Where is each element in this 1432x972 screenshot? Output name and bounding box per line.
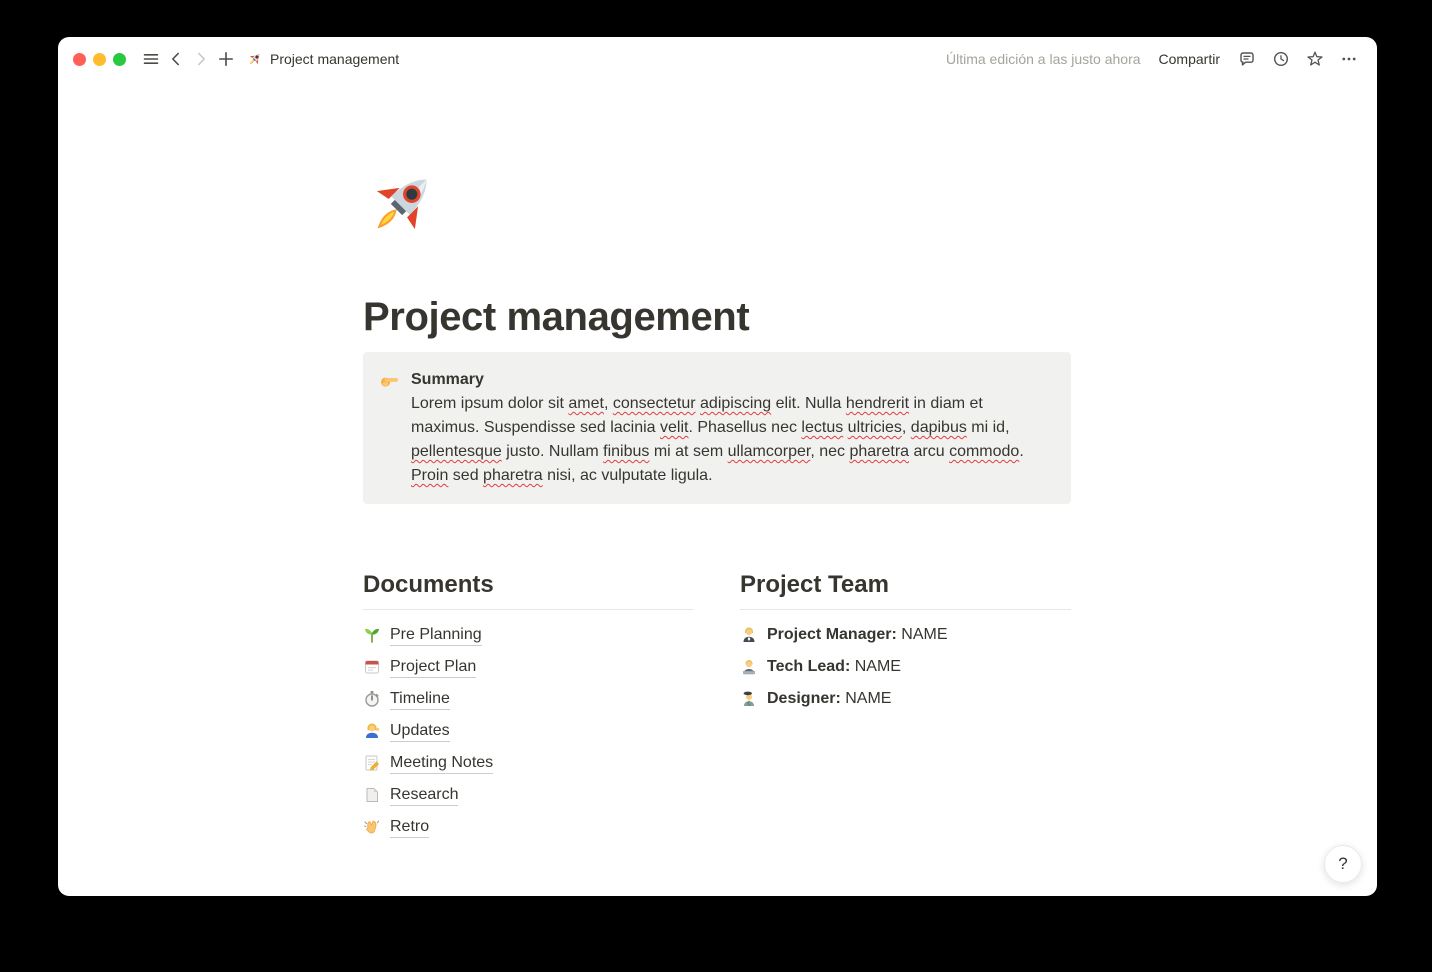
document-link-label: Timeline (390, 688, 450, 710)
misspelled-word: consectetur (613, 395, 696, 412)
misspelled-word: amet (568, 395, 604, 412)
callout-text-segment: justo. Nullam (502, 443, 603, 460)
misspelled-word: velit (660, 419, 688, 436)
callout-heading: Summary (411, 368, 1055, 392)
close-button[interactable] (73, 53, 86, 66)
project-team-divider (740, 609, 1071, 610)
document-link-label: Retro (390, 816, 429, 838)
callout-body: Lorem ipsum dolor sit amet, consectetur … (411, 392, 1055, 488)
back-icon[interactable] (163, 47, 188, 72)
misspelled-word: ullamcorper (728, 443, 811, 460)
team-member-text: Designer: NAME (767, 690, 891, 708)
misspelled-word: dapibus (911, 419, 967, 436)
window-toolbar: Project management Última edición a las … (58, 37, 1377, 81)
team-member-text: Tech Lead: NAME (767, 658, 901, 676)
document-link-timeline[interactable]: Timeline (363, 683, 694, 715)
document-link-pre-planning[interactable]: Pre Planning (363, 619, 694, 651)
more-ellipsis-icon[interactable] (1336, 47, 1361, 72)
memo-icon (363, 754, 381, 772)
minimize-button[interactable] (93, 53, 106, 66)
document-link-project-plan[interactable]: Project Plan (363, 651, 694, 683)
page-icon[interactable] (363, 165, 441, 243)
forward-icon[interactable] (188, 47, 213, 72)
last-edited-status: Última edición a las justo ahora (946, 51, 1141, 67)
team-member-project-manager: Project Manager: NAME (740, 619, 1071, 651)
sidebar-menu-icon[interactable] (138, 47, 163, 72)
breadcrumb[interactable]: Project management (247, 51, 399, 67)
share-button[interactable]: Compartir (1159, 51, 1220, 67)
callout-text-segment: elit. Nulla (771, 395, 846, 412)
document-link-label: Meeting Notes (390, 752, 493, 774)
page-title[interactable]: Project management (363, 293, 1071, 341)
document-link-research[interactable]: Research (363, 779, 694, 811)
summary-callout: Summary Lorem ipsum dolor sit amet, cons… (363, 352, 1071, 504)
document-link-label: Updates (390, 720, 450, 742)
misspelled-word: ultricies (848, 419, 902, 436)
callout-text-segment: . Phasellus nec (688, 419, 801, 436)
misspelled-word: adipiscing (700, 395, 771, 412)
misspelled-word: finibus (603, 443, 649, 460)
callout-text-segment: Lorem ipsum dolor sit (411, 395, 568, 412)
seedling-icon (363, 626, 381, 644)
callout-text-segment: mi id, (967, 419, 1010, 436)
document-link-updates[interactable]: Updates (363, 715, 694, 747)
document-link-meeting-notes[interactable]: Meeting Notes (363, 747, 694, 779)
point-right-icon (379, 370, 400, 391)
misspelled-word: hendrerit (846, 395, 909, 412)
team-member-tech-lead: Tech Lead: NAME (740, 651, 1071, 683)
project-team-heading: Project Team (740, 570, 1071, 600)
page-icon (363, 786, 381, 804)
callout-text-segment: , nec (810, 443, 849, 460)
zoom-button[interactable] (113, 53, 126, 66)
documents-list: Pre Planning Project Plan Timeline Updates M… (363, 619, 694, 843)
document-link-label: Pre Planning (390, 624, 482, 646)
new-page-icon[interactable] (213, 47, 238, 72)
team-member-designer: Designer: NAME (740, 683, 1071, 715)
callout-text-segment: arcu (909, 443, 949, 460)
woman-tipping-hand-icon (363, 722, 381, 740)
help-button[interactable]: ? (1324, 845, 1362, 883)
comments-icon[interactable] (1234, 47, 1259, 72)
rocket-icon (247, 51, 263, 67)
woman-office-worker-icon (740, 626, 758, 644)
breadcrumb-title: Project management (270, 51, 399, 67)
misspelled-word: commodo (949, 443, 1019, 460)
callout-text-segment: , (604, 395, 613, 412)
clapping-hands-icon (363, 818, 381, 836)
documents-heading: Documents (363, 570, 694, 600)
toolbar-actions: Última edición a las justo ahora Compart… (946, 47, 1361, 72)
history-clock-icon[interactable] (1268, 47, 1293, 72)
misspelled-word: lectus (801, 419, 843, 436)
callout-text-segment: nisi, ac vulputate ligula. (543, 467, 713, 484)
documents-section: Documents Pre Planning Project Plan Timeli… (363, 570, 694, 843)
man-technologist-icon (740, 658, 758, 676)
two-column-layout: Documents Pre Planning Project Plan Timeli… (363, 570, 1071, 843)
misspelled-word: pellentesque (411, 443, 502, 460)
callout-text-segment: . (1019, 443, 1023, 460)
misspelled-word: pharetra (849, 443, 909, 460)
callout-text-segment: mi at sem (649, 443, 727, 460)
documents-divider (363, 609, 694, 610)
stopwatch-icon (363, 690, 381, 708)
callout-text-segment: sed (448, 467, 483, 484)
callout-text: Summary Lorem ipsum dolor sit amet, cons… (411, 368, 1055, 488)
favorite-star-icon[interactable] (1302, 47, 1327, 72)
project-team-list: Project Manager: NAME Tech Lead: NAME Desi… (740, 619, 1071, 715)
page-content: Project management Summary Lorem ipsum d… (58, 81, 1071, 843)
misspelled-word: pharetra (483, 467, 543, 484)
callout-text-segment: , (902, 419, 911, 436)
document-link-label: Research (390, 784, 458, 806)
calendar-icon (363, 658, 381, 676)
document-link-retro[interactable]: Retro (363, 811, 694, 843)
team-member-text: Project Manager: NAME (767, 626, 947, 644)
document-link-label: Project Plan (390, 656, 476, 678)
traffic-lights (73, 53, 126, 66)
misspelled-word: Proin (411, 467, 448, 484)
project-team-section: Project Team Project Manager: NAME Tech L… (740, 570, 1071, 843)
man-artist-icon (740, 690, 758, 708)
notion-window: Project management Última edición a las … (58, 37, 1377, 896)
